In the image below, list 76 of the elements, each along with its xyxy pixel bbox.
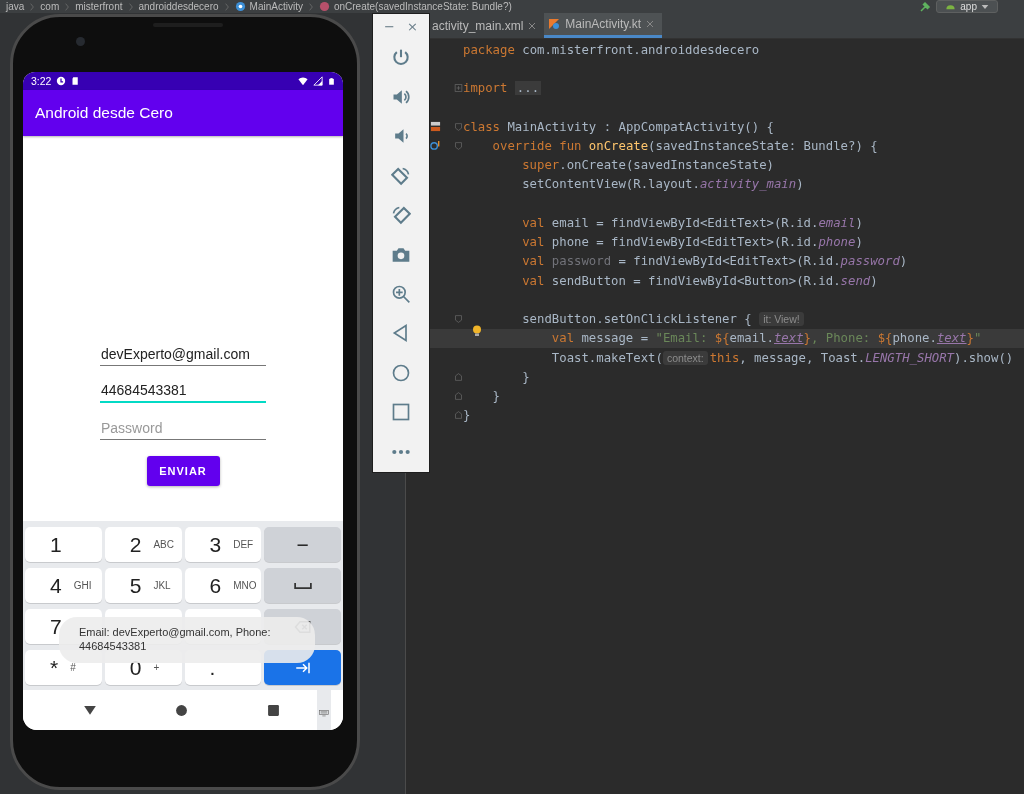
code-text: }: [463, 408, 471, 423]
run-configuration-dropdown[interactable]: app: [936, 0, 998, 13]
file-icon: [548, 18, 561, 30]
code-text: override fun onCreate(savedInstanceState: Bundle?) {: [492, 138, 878, 153]
email-field[interactable]: devExperto@gmail.com: [100, 342, 266, 366]
class-icon: [234, 1, 246, 12]
status-time: 3:22: [31, 75, 52, 87]
hammer-icon[interactable]: [918, 0, 933, 13]
breadcrumb-item[interactable]: misterfront: [75, 0, 123, 13]
override-marker-icon[interactable]: [430, 140, 441, 152]
rotate-left-icon[interactable]: [391, 165, 411, 186]
wifi-icon: [298, 76, 308, 86]
fold-marker-icon[interactable]: [454, 83, 463, 94]
back-icon[interactable]: [83, 703, 97, 717]
code-text: sendButton.setOnClickListener {: [522, 312, 753, 327]
keyboard-key[interactable]: 1: [25, 527, 102, 562]
code-text: package com.misterfront.androiddesdecero: [463, 42, 760, 57]
code-text: setContentView(R.layout.activity_main): [522, 177, 804, 192]
keyboard-key[interactable]: 3 DEF: [184, 527, 262, 562]
breadcrumb-item[interactable]: java: [6, 0, 25, 13]
fold-marker-icon[interactable]: [454, 121, 463, 132]
code-text: Toast.makeText(: [551, 350, 663, 365]
code-text: }: [492, 389, 500, 404]
breadcrumb-item[interactable]: MainActivity: [249, 0, 303, 13]
code-text: val message = "Email: ${email.text}, Phone: ${phone.text}": [551, 331, 982, 346]
code-text: val password = findViewById<EditText>(R.id.password): [522, 254, 908, 269]
fold-marker-icon[interactable]: [454, 140, 463, 151]
sd-card-icon: [71, 76, 81, 86]
send-button[interactable]: ENVIAR: [146, 456, 220, 486]
close-icon[interactable]: [646, 20, 655, 28]
lightbulb-icon[interactable]: [471, 324, 483, 339]
code-text: import: [463, 81, 509, 96]
code-text: super.onCreate(savedInstanceState): [522, 158, 774, 173]
app-title: Android desde Cero: [35, 104, 173, 122]
fold-marker-icon[interactable]: [454, 371, 463, 382]
recents-icon[interactable]: [267, 703, 280, 717]
overview-icon[interactable]: [391, 402, 411, 423]
notification-icon: [56, 76, 67, 86]
breadcrumb-item[interactable]: androiddesdecero: [138, 0, 219, 13]
breadcrumb-item[interactable]: com: [40, 0, 60, 13]
code-text: class MainActivity : AppCompatActivity() {: [463, 119, 774, 134]
keyboard-key[interactable]: −: [264, 527, 341, 562]
code-text: val email = findViewById<EditText>(R.id.email): [522, 215, 863, 230]
battery-icon: [328, 75, 335, 87]
implemented-marker-icon[interactable]: [430, 121, 441, 133]
inlay-hint: context:: [662, 350, 708, 365]
keyboard-key[interactable]: 6 MNO: [184, 568, 262, 603]
inlay-hint: it: View!: [759, 312, 804, 327]
phone-field[interactable]: 44684543381: [100, 379, 266, 403]
code-text: val phone = findViewById<EditText>(R.id.phone): [522, 235, 863, 250]
fold-marker-icon[interactable]: [454, 410, 463, 421]
rotate-right-icon[interactable]: [391, 205, 411, 226]
breadcrumb-item[interactable]: onCreate(savedInstanceState: Bundle?): [333, 0, 512, 13]
editor-tab[interactable]: activity_main.xml: [428, 13, 545, 38]
editor-tab[interactable]: MainActivity.kt: [544, 13, 663, 38]
camera-lens: [76, 37, 85, 46]
fold-marker-icon[interactable]: [454, 314, 463, 325]
minimize-button[interactable]: −: [382, 18, 397, 34]
signal-icon: [313, 76, 323, 86]
fold-marker-icon[interactable]: [454, 391, 463, 402]
code-text: val sendButton = findViewById<Button>(R.id.send): [522, 273, 878, 288]
space-bar-icon: [293, 582, 312, 589]
power-icon[interactable]: [391, 47, 411, 68]
folded-code[interactable]: ...: [514, 81, 542, 96]
password-field[interactable]: Password: [100, 416, 266, 440]
keyboard-key[interactable]: 2 ABC: [104, 527, 182, 562]
code-text: }: [522, 369, 530, 384]
close-icon[interactable]: [528, 21, 537, 30]
keyboard-key[interactable]: 4 GHI: [25, 568, 102, 603]
zoom-icon[interactable]: [391, 284, 411, 305]
close-button[interactable]: ×: [405, 18, 420, 34]
method-icon: [318, 1, 330, 12]
keyboard-key[interactable]: 5 JKL: [104, 568, 182, 603]
caret-icon: [981, 2, 989, 11]
code-text: this, message, Toast.LENGTH_SHORT).show(): [709, 350, 1014, 365]
home-icon[interactable]: [175, 703, 188, 717]
